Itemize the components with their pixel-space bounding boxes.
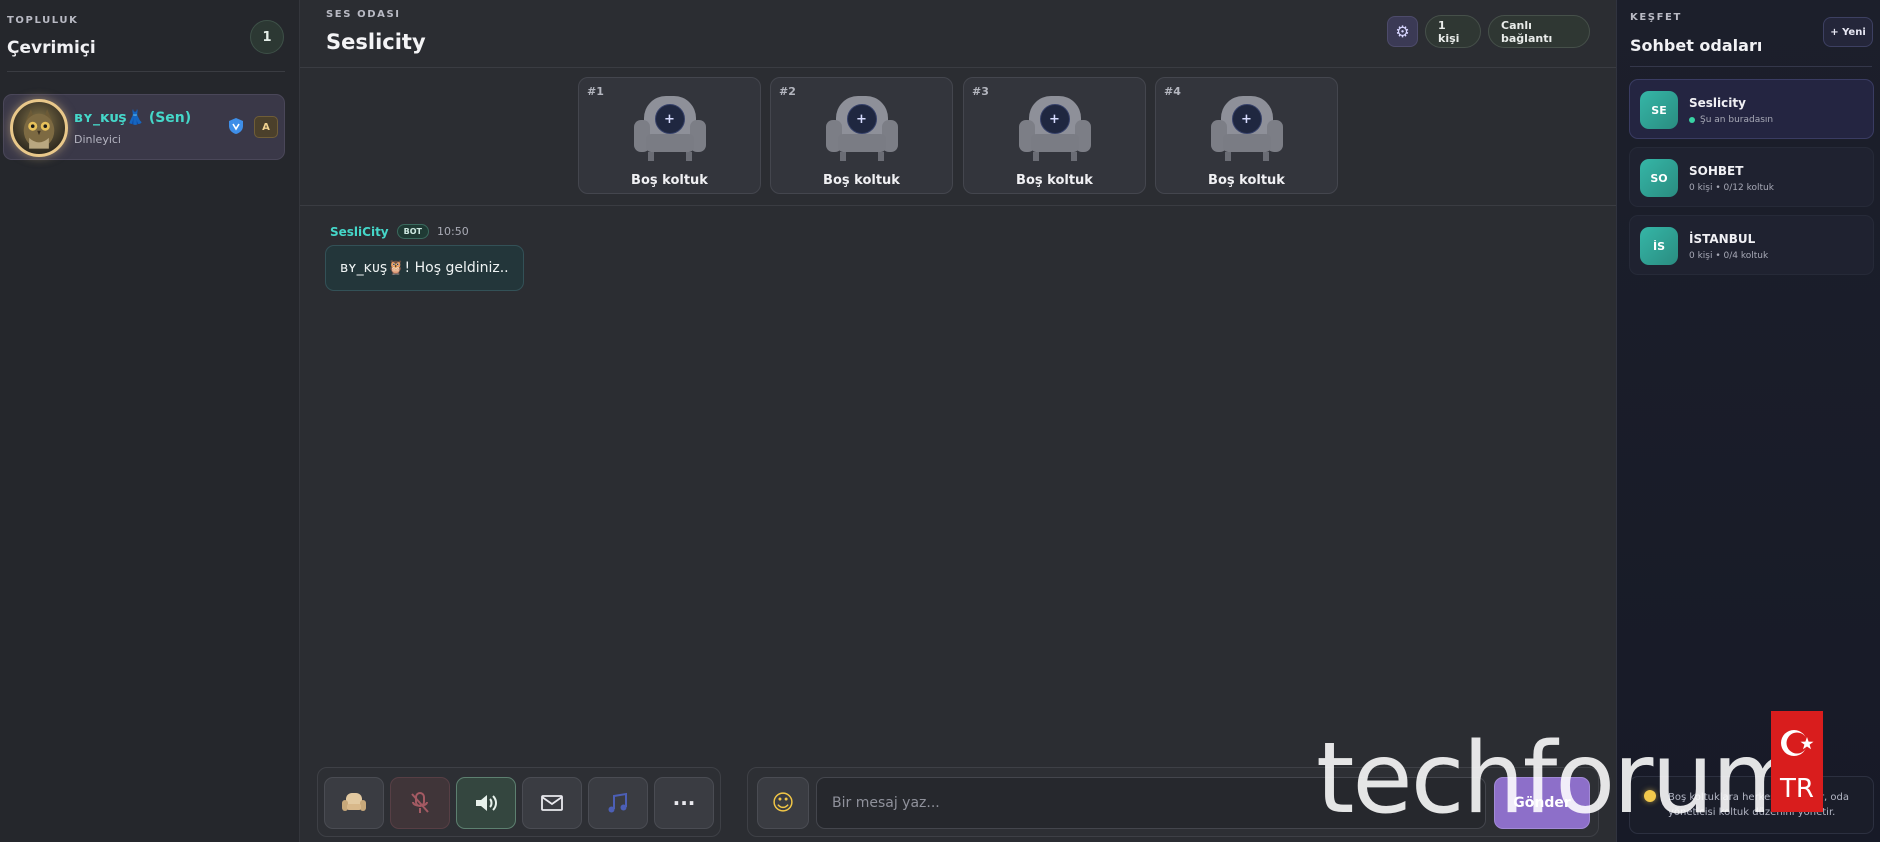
crescent-star-icon bbox=[1781, 730, 1814, 756]
room-avatar: SE bbox=[1640, 91, 1678, 129]
seat-number: #3 bbox=[972, 85, 989, 98]
bot-badge: BOT bbox=[396, 224, 429, 239]
seat-card[interactable]: #4 + Boş koltuk bbox=[1155, 77, 1338, 194]
seat-label: Boş koltuk bbox=[1016, 173, 1093, 188]
room-status-text: 0 kişi • 0/12 koltuk bbox=[1689, 183, 1774, 193]
take-seat-button[interactable]: + bbox=[654, 104, 685, 134]
section-title: Sohbet odaları bbox=[1630, 36, 1763, 55]
settings-button[interactable]: ⚙ bbox=[1387, 16, 1418, 47]
section-title: Çevrimiçi bbox=[7, 38, 96, 58]
voice-room: SES ODASI Seslicity ⚙ 1 kişi Canlı bağla… bbox=[300, 0, 1616, 842]
music-icon bbox=[608, 792, 627, 813]
more-button[interactable]: ··· bbox=[654, 777, 714, 829]
more-icon: ··· bbox=[672, 791, 696, 815]
section-kicker: TOPLULUK bbox=[7, 15, 79, 26]
take-seat-button[interactable]: + bbox=[1231, 104, 1262, 134]
room-status: 0 kişi • 0/4 koltuk bbox=[1689, 251, 1768, 261]
mail-icon bbox=[541, 795, 563, 811]
room-status: Şu an buradasın bbox=[1689, 115, 1773, 125]
member-name: ʙʏ_ᴋᴜş👗 (Sen) bbox=[74, 110, 192, 126]
online-dot-icon bbox=[1689, 117, 1695, 123]
room-status-text: 0 kişi • 0/4 koltuk bbox=[1689, 251, 1769, 261]
seat-card[interactable]: #1 + Boş koltuk bbox=[578, 77, 761, 194]
message-bubble: ʙʏ_ᴋᴜş🦉! Hoş geldiniz.. bbox=[325, 245, 524, 291]
divider bbox=[7, 71, 285, 72]
seat-number: #1 bbox=[587, 85, 604, 98]
room-name: İSTANBUL bbox=[1689, 232, 1756, 246]
seat-label: Boş koltuk bbox=[1208, 173, 1285, 188]
seat-button[interactable] bbox=[324, 777, 384, 829]
speaker-toggle-button[interactable] bbox=[456, 777, 516, 829]
room-item-istanbul[interactable]: İS İSTANBUL 0 kişi • 0/4 koltuk bbox=[1629, 215, 1874, 275]
message-author[interactable]: SesliCity bbox=[330, 225, 389, 239]
armchair-icon bbox=[342, 793, 366, 811]
seat-number: #2 bbox=[779, 85, 796, 98]
rooms-sidebar: KEŞFET Sohbet odaları + Yeni SE Seslicit… bbox=[1616, 0, 1880, 842]
room-item-sohbet[interactable]: SO SOHBET 0 kişi • 0/12 koltuk bbox=[1629, 147, 1874, 207]
room-status: 0 kişi • 0/12 koltuk bbox=[1689, 183, 1774, 193]
online-sidebar: TOPLULUK Çevrimiçi 1 ʙʏ_ᴋᴜş👗 (Sen) Dinle… bbox=[0, 0, 300, 842]
take-seat-button[interactable]: + bbox=[1039, 104, 1070, 134]
watermark-flag-text: TR bbox=[1780, 774, 1814, 804]
seat-card[interactable]: #3 + Boş koltuk bbox=[963, 77, 1146, 194]
room-avatar: İS bbox=[1640, 227, 1678, 265]
shield-icon bbox=[229, 118, 243, 134]
seat-row: #1 + Boş koltuk #2 + Boş koltuk #3 + Boş… bbox=[300, 68, 1616, 206]
take-seat-button[interactable]: + bbox=[846, 104, 877, 134]
speaker-icon bbox=[476, 795, 497, 811]
smiley-icon: ☺ bbox=[771, 790, 795, 816]
section-kicker: KEŞFET bbox=[1630, 12, 1682, 23]
new-room-button[interactable]: + Yeni bbox=[1823, 17, 1873, 47]
room-avatar: SO bbox=[1640, 159, 1678, 197]
member-card[interactable]: ʙʏ_ᴋᴜş👗 (Sen) Dinleyici A bbox=[3, 94, 285, 160]
people-count-pill[interactable]: 1 kişi bbox=[1425, 15, 1481, 48]
seat-card[interactable]: #2 + Boş koltuk bbox=[770, 77, 953, 194]
messages-button[interactable] bbox=[522, 777, 582, 829]
room-item-seslicity[interactable]: SE Seslicity Şu an buradasın bbox=[1629, 79, 1874, 139]
gear-icon: ⚙ bbox=[1395, 22, 1410, 41]
mic-toggle-button[interactable] bbox=[390, 777, 450, 829]
watermark-text: techforum bbox=[1316, 722, 1807, 836]
member-role: Dinleyici bbox=[74, 133, 121, 146]
divider bbox=[1630, 66, 1872, 67]
room-title: Seslicity bbox=[326, 30, 426, 54]
seat-number: #4 bbox=[1164, 85, 1181, 98]
avatar[interactable] bbox=[10, 99, 68, 157]
seat-label: Boş koltuk bbox=[631, 173, 708, 188]
seat-label: Boş koltuk bbox=[823, 173, 900, 188]
message-meta: SesliCity BOT 10:50 bbox=[330, 224, 469, 239]
chat-log: SesliCity BOT 10:50 ʙʏ_ᴋᴜş🦉! Hoş geldini… bbox=[300, 207, 1616, 762]
watermark-flag: TR bbox=[1771, 711, 1823, 812]
emoji-button[interactable]: ☺ bbox=[757, 777, 809, 829]
online-count-badge: 1 bbox=[250, 20, 284, 54]
admin-badge: A bbox=[254, 116, 278, 138]
room-name: Seslicity bbox=[1689, 96, 1746, 110]
room-controls: ··· bbox=[317, 767, 721, 837]
room-kicker: SES ODASI bbox=[326, 9, 401, 20]
mic-muted-icon bbox=[411, 792, 429, 813]
music-button[interactable] bbox=[588, 777, 648, 829]
room-status-text: Şu an buradasın bbox=[1700, 115, 1774, 125]
room-name: SOHBET bbox=[1689, 164, 1744, 178]
message-time: 10:50 bbox=[437, 225, 469, 238]
room-header: SES ODASI Seslicity ⚙ 1 kişi Canlı bağla… bbox=[300, 0, 1616, 68]
live-connection-pill[interactable]: Canlı bağlantı bbox=[1488, 15, 1590, 48]
